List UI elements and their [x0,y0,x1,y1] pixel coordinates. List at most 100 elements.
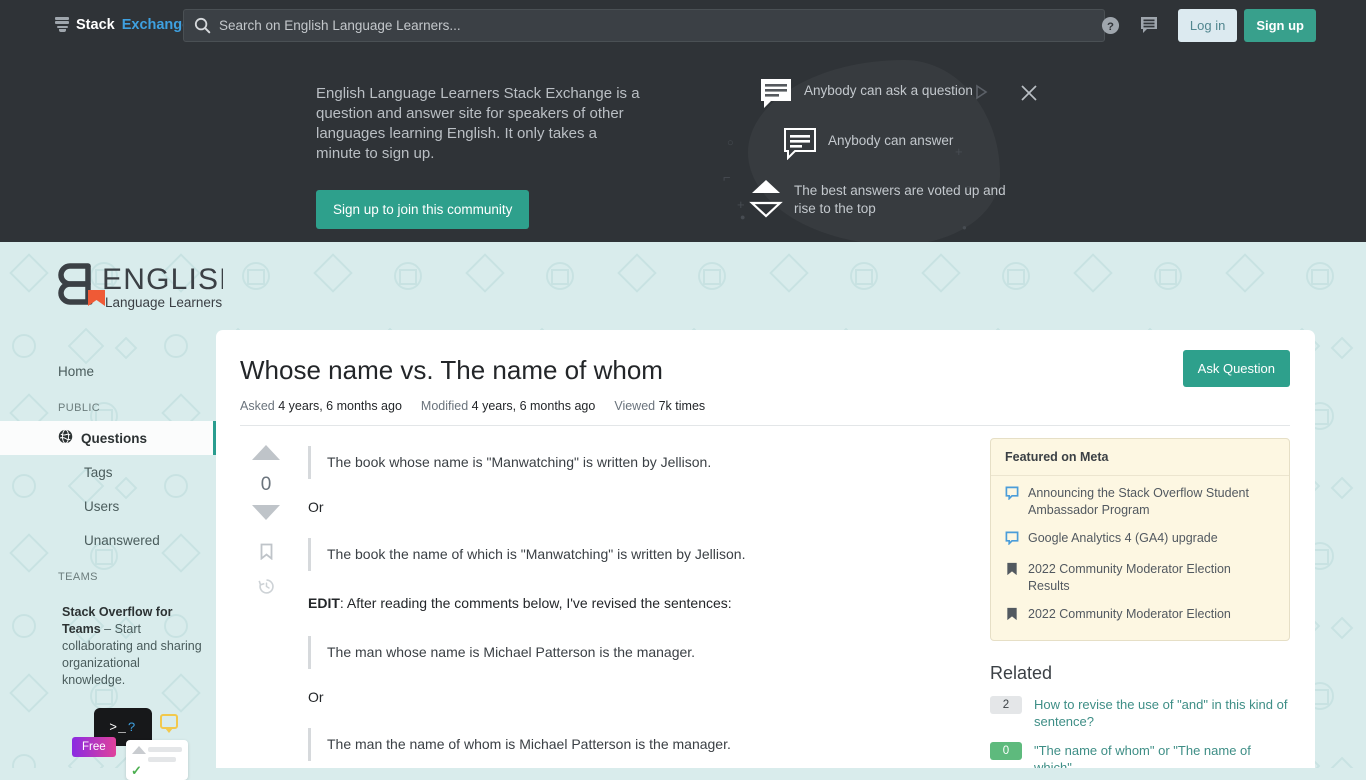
hero-close-button[interactable] [1019,83,1041,105]
brand-exchange-label: Exchange [121,17,191,33]
top-navbar: Stack Exchange ? Log in Sign up [0,0,1366,50]
sidebar-heading-public: PUBLIC [58,402,101,414]
sidebar-nav: Home PUBLIC Questions Tags Users Unanswe… [0,354,216,590]
close-icon [1021,85,1037,101]
help-circle-icon: ? [1102,16,1120,34]
vote-count: 0 [260,474,272,495]
upvote-arrow-icon [252,445,280,460]
stat-modified: Modified 4 years, 6 months ago [421,399,595,413]
question-edit-text: : After reading the comments below, I've… [339,595,732,611]
stack-icon [55,17,69,33]
stack-exchange-logo[interactable]: Stack Exchange [55,17,190,33]
login-button[interactable]: Log in [1177,8,1238,42]
search-bar[interactable] [183,9,1105,42]
sidebar-item-home[interactable]: Home [0,354,216,388]
stat-viewed-label: Viewed [614,399,656,413]
hero-feature-list: Anybody can ask a question Anybody can a… [748,78,1048,236]
related-heading: Related [990,663,1053,683]
speech-bubble-filled-icon [748,78,804,110]
search-input[interactable] [219,18,1104,33]
checkmark-icon: ✓ [131,763,142,778]
sidebar-item-label: Tags [84,464,113,480]
question-header: Whose name vs. The name of whom Ask Ques… [216,330,1315,426]
history-clock-icon [257,579,274,594]
help-button[interactable]: ? [1092,7,1130,43]
left-sidebar: ENGLISH Language Learners Home PUBLIC Qu… [0,242,241,780]
promo-white-card: ✓ [126,740,188,780]
hero-feature-label: Anybody can answer [828,133,954,148]
teams-promo-text[interactable]: Stack Overflow for Teams – Start collabo… [62,604,204,689]
list-item-label: Announcing the Stack Overflow Student Am… [1028,486,1249,517]
right-sidebar: Featured on Meta Announcing the Stack Ov… [990,438,1290,768]
question-edit-label: EDIT [308,595,340,611]
stat-modified-value: 4 years, 6 months ago [471,399,596,413]
featured-on-meta-list: Announcing the Stack Overflow Student Am… [991,476,1289,640]
svg-text:?: ? [1107,20,1114,32]
ask-question-button[interactable]: Ask Question [1182,350,1290,387]
globe-icon [58,429,73,447]
placeholder-bar [148,747,182,752]
hero-signup-button[interactable]: Sign up to join this community [316,190,530,229]
vote-column: 0 [240,440,292,767]
downvote-arrow-icon [252,505,280,520]
signup-button[interactable]: Sign up [1244,8,1316,42]
related-score-badge: 0 [990,742,1022,760]
stat-modified-label: Modified [420,399,469,413]
upvote-button[interactable] [251,443,281,467]
meta-bookmark-icon [1005,606,1019,626]
question-body-row: 0 The book whose name is "Manwatching" i… [216,426,1315,768]
list-item[interactable]: 2022 Community Moderator Election [1005,606,1275,626]
upvote-arrow-icon [132,746,146,754]
sidebar-item-label: Home [58,363,95,379]
hero-feature-label: The best answers are voted up and rise t… [794,183,1006,216]
svg-text:Language Learners: Language Learners [105,295,222,310]
meta-bubble-icon [1005,530,1019,550]
sidebar-heading-teams: TEAMS [58,571,98,583]
inbox-button[interactable] [1130,7,1168,43]
hero-description: English Language Learners Stack Exchange… [316,85,640,162]
list-item-label: Google Analytics 4 (GA4) upgrade [1028,531,1218,545]
brand-stack-label: Stack [76,17,115,33]
stat-viewed-value: 7k times [658,399,706,413]
sidebar-item-questions[interactable]: Questions [0,421,216,455]
list-item[interactable]: 0 "The name of whom" or "The name of whi… [990,742,1290,768]
inbox-bubble-icon [1140,16,1157,33]
meta-bookmark-icon [1005,561,1019,595]
list-item[interactable]: 2 How to revise the use of "and" in this… [990,696,1290,730]
page-title: Whose name vs. The name of whom [240,355,663,385]
downvote-button[interactable] [251,503,281,527]
sidebar-item-label: Questions [81,430,148,446]
history-button[interactable] [257,578,275,600]
list-item[interactable]: Google Analytics 4 (GA4) upgrade [1005,530,1275,550]
sidebar-item-unanswered[interactable]: Unanswered [0,523,216,557]
search-icon [194,17,211,34]
list-item[interactable]: Announcing the Stack Overflow Student Am… [1005,485,1275,519]
related-link[interactable]: "The name of whom" or "The name of which… [1034,742,1290,768]
hero-feature-item: Anybody can ask a question [748,78,1048,110]
hero-feature-item: Anybody can answer [772,128,1048,160]
sidebar-item-label: Users [84,498,120,514]
sidebar-item-users[interactable]: Users [0,489,216,523]
stat-viewed: Viewed 7k times [614,399,705,413]
hero-feature-item: The best answers are voted up and rise t… [738,178,1048,218]
hero-copy: English Language Learners Stack Exchange… [316,84,646,229]
list-item[interactable]: 2022 Community Moderator Election Result… [1005,561,1275,595]
hero-play-button[interactable] [973,84,991,102]
bookmark-icon [260,543,272,561]
related-score-badge: 2 [990,696,1022,714]
meta-bubble-icon [1005,485,1019,519]
list-item-label: 2022 Community Moderator Election [1028,607,1231,621]
terminal-prompt: >_ [109,719,127,735]
sidebar-item-tags[interactable]: Tags [0,455,216,489]
hero-banner: ○ ⌐ ● + + ○ ● English Language Learners … [0,50,1366,242]
play-triangle-icon [976,84,988,100]
bookmark-button[interactable] [259,543,274,565]
hero-feature-label: Anybody can ask a question [804,83,973,98]
related-link[interactable]: How to revise the use of "and" in this k… [1034,696,1290,730]
speech-bubble-outline-icon [772,128,828,160]
site-logo[interactable]: ENGLISH Language Learners [58,258,241,320]
svg-text:ENGLISH: ENGLISH [102,263,223,296]
stat-asked-value: 4 years, 6 months ago [278,399,402,413]
question-stats: Asked 4 years, 6 months ago Modified 4 y… [240,399,1290,426]
nav-right-group: ? Log in Sign up [1092,0,1316,50]
